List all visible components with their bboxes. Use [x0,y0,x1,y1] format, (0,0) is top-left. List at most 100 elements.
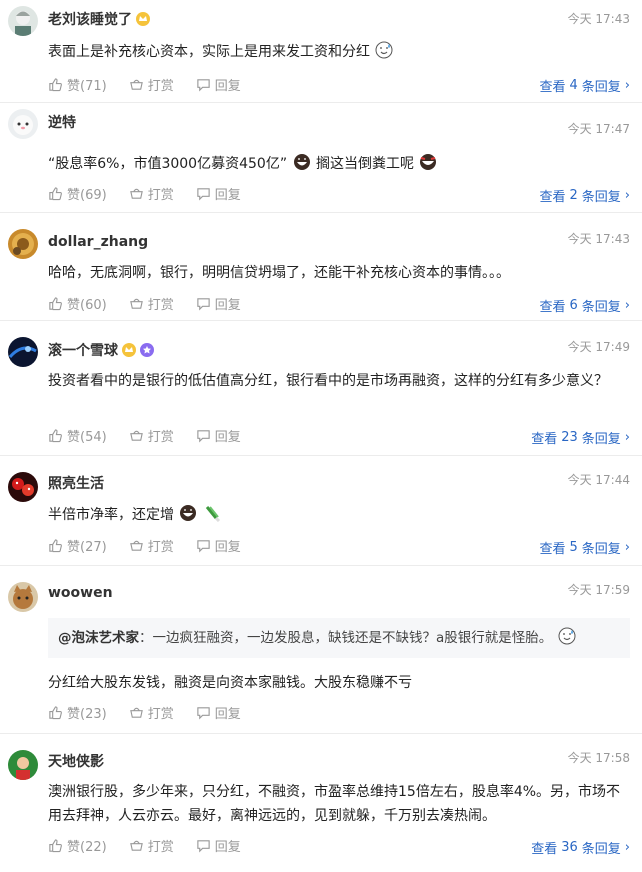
like-count: 赞(71) [67,78,107,94]
avatar[interactable] [8,750,38,780]
chevron-right-icon: › [624,540,630,555]
name-row: 照亮生活 [48,472,104,494]
view-replies-link[interactable]: 查看 6 条回复 › [539,296,630,315]
comment-text: “股息率6%，市值3000亿募资450亿” 搁这当倒粪工呢 [48,152,630,176]
comment-item: 照亮生活 今天 17:44 半倍市净率，还定增 赞(27) 打赏 回复 查看 5 条… [0,456,642,566]
like-button[interactable]: 赞(60) [48,294,107,313]
thumbs-up-icon [49,428,62,442]
like-button[interactable]: 赞(71) [48,75,107,94]
reward-button[interactable]: 打赏 [129,836,174,855]
comment-actions: 赞(54) 打赏 回复 [48,425,263,445]
reward-icon [129,298,143,309]
view-replies-link[interactable]: 查看 36 条回复 › [531,838,630,857]
reply-button[interactable]: 回复 [196,703,241,722]
timestamp: 今天 17:44 [567,473,630,487]
reply-button[interactable]: 回复 [196,294,241,313]
username[interactable]: 逆特 [48,112,76,132]
chevron-right-icon: › [624,430,630,445]
reward-button[interactable]: 打赏 [129,536,174,555]
grin-red-emoji-icon [419,153,437,171]
comment-item: 老刘该睡觉了 今天 17:43 表面上是补充核心资本，实际上是用来发工资和分红 … [0,0,642,103]
reward-label: 打赏 [147,706,174,722]
comment-actions: 赞(69) 打赏 回复 [48,183,263,203]
view-replies-link[interactable]: 查看 4 条回复 › [539,76,630,95]
chat-bubble-icon [197,78,210,91]
chat-bubble-icon [197,187,210,200]
sweat-smile-emoji-icon [558,627,576,645]
thumbs-up-icon [49,838,62,852]
reply-label: 回复 [214,839,241,855]
reward-button[interactable]: 打赏 [129,703,174,722]
like-button[interactable]: 赞(22) [48,836,107,855]
avatar[interactable] [8,582,38,612]
grin-emoji-icon [179,504,197,522]
like-count: 赞(54) [67,429,107,445]
reward-label: 打赏 [147,78,174,94]
reply-button[interactable]: 回复 [196,836,241,855]
username[interactable]: 天地侠影 [48,751,104,771]
quoted-username[interactable]: @泡沫艺术家 [58,630,139,646]
like-count: 赞(69) [67,187,107,203]
reward-icon [129,430,143,441]
verified-badge-icon [140,343,154,357]
comment-text: 表面上是补充核心资本，实际上是用来发工资和分红 [48,40,630,64]
chevron-right-icon: › [624,840,630,855]
like-button[interactable]: 赞(69) [48,184,107,203]
reward-button[interactable]: 打赏 [129,75,174,94]
reward-label: 打赏 [147,429,174,445]
reply-label: 回复 [214,78,241,94]
like-count: 赞(60) [67,297,107,313]
avatar[interactable] [8,6,38,36]
username[interactable]: woowen [48,585,113,601]
chevron-right-icon: › [624,78,630,93]
name-row: woowen [48,582,113,604]
avatar[interactable] [8,109,38,139]
view-replies-link[interactable]: 查看 23 条回复 › [531,428,630,447]
quoted-comment[interactable]: @泡沫艺术家：一边疯狂融资，一边发股息，缺钱还是不缺钱？a股银行就是怪胎。 [48,618,630,658]
timestamp: 今天 17:47 [567,122,630,136]
crown-badge-icon [136,12,150,26]
reply-label: 回复 [214,429,241,445]
thumbs-up-icon [49,538,62,552]
grin-emoji-icon [293,153,311,171]
username[interactable]: 滚一个雪球 [48,340,118,360]
like-button[interactable]: 赞(23) [48,703,107,722]
comment-item: 滚一个雪球 今天 17:49 投资者看中的是银行的低估值高分红，银行看中的是市场… [0,321,642,456]
avatar[interactable] [8,472,38,502]
timestamp: 今天 17:59 [567,583,630,597]
reply-button[interactable]: 回复 [196,75,241,94]
view-replies-link[interactable]: 查看 2 条回复 › [539,186,630,205]
chat-bubble-icon [197,429,210,442]
like-count: 赞(22) [67,839,107,855]
chevron-right-icon: › [624,298,630,313]
username[interactable]: 照亮生活 [48,473,104,493]
chat-bubble-icon [197,706,210,719]
leek-emoji-icon [204,504,222,522]
avatar[interactable] [8,229,38,259]
username[interactable]: dollar_zhang [48,234,148,250]
reward-label: 打赏 [147,297,174,313]
comment-item: woowen 今天 17:59 @泡沫艺术家：一边疯狂融资，一边发股息，缺钱还是… [0,566,642,734]
name-row: 滚一个雪球 [48,339,154,361]
name-row: 天地侠影 [48,750,104,772]
thumbs-up-icon [49,705,62,719]
reply-button[interactable]: 回复 [196,536,241,555]
like-button[interactable]: 赞(27) [48,536,107,555]
avatar[interactable] [8,337,38,367]
comment-text: 哈哈，无底洞啊，银行，明明信贷坍塌了，还能干补充核心资本的事情。。。 [48,265,510,281]
reward-button[interactable]: 打赏 [129,426,174,445]
like-button[interactable]: 赞(54) [48,426,107,445]
thumbs-up-icon [49,296,62,310]
username[interactable]: 老刘该睡觉了 [48,9,132,29]
reply-button[interactable]: 回复 [196,426,241,445]
comment-text: 分红给大股东发钱，融资是向资本家融钱。大股东稳赚不亏 [48,675,412,691]
reward-button[interactable]: 打赏 [129,294,174,313]
comment-actions: 赞(23) 打赏 回复 [48,702,263,722]
thumbs-up-icon [49,186,62,200]
like-count: 赞(27) [67,539,107,555]
reward-button[interactable]: 打赏 [129,184,174,203]
view-replies-link[interactable]: 查看 5 条回复 › [539,538,630,557]
reward-icon [129,79,143,90]
reply-button[interactable]: 回复 [196,184,241,203]
crown-badge-icon [122,343,136,357]
